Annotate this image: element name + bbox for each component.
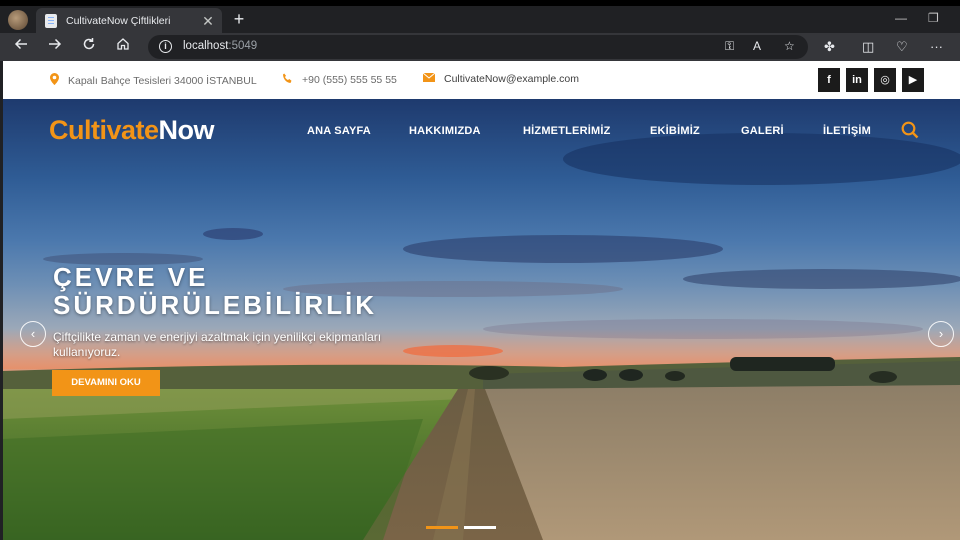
nav-item-about[interactable]: HAKKIMIZDA — [409, 125, 481, 137]
youtube-icon[interactable]: ▶ — [902, 68, 924, 92]
address-bar[interactable]: i localhost:5049 ⚿ A ☆ — [148, 35, 808, 59]
email-text[interactable]: CultivateNow@example.com — [444, 73, 579, 85]
browser-tab[interactable]: CultivateNow Çiftlikleri ✕ — [36, 8, 222, 33]
linkedin-icon[interactable]: in — [846, 68, 868, 92]
nav-item-home[interactable]: ANA SAYFA — [307, 125, 371, 137]
prev-slide-button[interactable]: ‹ — [20, 321, 46, 347]
favorites-heart-icon[interactable]: ♡ — [896, 39, 908, 55]
extensions-icon[interactable]: ✤ — [824, 39, 835, 55]
address-text: Kapalı Bahçe Tesisleri 34000 İSTANBUL — [68, 74, 257, 87]
slide-description: Çiftçilikte zaman ve enerjiyi azaltmak i… — [53, 330, 382, 359]
phone-info: +90 (555) 555 55 55 — [282, 73, 397, 87]
next-slide-button[interactable]: › — [928, 321, 954, 347]
instagram-icon[interactable]: ◎ — [874, 68, 896, 92]
site-info-icon[interactable]: i — [159, 40, 172, 53]
more-menu-icon[interactable]: ··· — [930, 39, 943, 54]
forward-icon[interactable] — [45, 37, 65, 57]
facebook-icon[interactable]: f — [818, 68, 840, 92]
search-icon[interactable] — [901, 121, 919, 139]
slide-indicator-2[interactable] — [464, 526, 496, 529]
minimize-button[interactable]: — — [895, 11, 907, 25]
tab-title: CultivateNow Çiftlikleri — [66, 14, 171, 27]
web-page: Kapalı Bahçe Tesisleri 34000 İSTANBUL +9… — [3, 61, 960, 540]
nav-item-gallery[interactable]: GALERİ — [741, 125, 784, 137]
slide-indicator-1[interactable] — [426, 526, 458, 529]
key-icon[interactable]: ⚿ — [725, 39, 734, 54]
contact-top-bar: Kapalı Bahçe Tesisleri 34000 İSTANBUL +9… — [3, 61, 960, 99]
site-logo[interactable]: CultivateNow — [49, 115, 215, 146]
envelope-icon — [422, 72, 436, 85]
tab-strip: CultivateNow Çiftlikleri ✕ + — ❐ — [0, 0, 960, 33]
email-info: CultivateNow@example.com — [422, 72, 579, 85]
split-screen-icon[interactable]: ◫ — [862, 39, 874, 55]
slide-title: ÇEVRE VE SÜRDÜRÜLEBİLİRLİK — [53, 263, 473, 319]
nav-item-team[interactable]: EKİBİMİZ — [650, 125, 700, 137]
read-aloud-icon[interactable]: A — [753, 39, 761, 53]
hero-slider: CultivateNow ANA SAYFA HAKKIMIZDA HİZMET… — [3, 99, 960, 540]
nav-item-services[interactable]: HİZMETLERİMİZ — [523, 125, 611, 137]
phone-icon — [282, 73, 293, 87]
home-icon[interactable] — [113, 37, 133, 57]
refresh-icon[interactable] — [79, 37, 99, 57]
new-tab-button[interactable]: + — [229, 10, 249, 28]
favorite-star-icon[interactable]: ☆ — [784, 39, 795, 53]
nav-item-contact[interactable]: İLETİŞİM — [823, 125, 871, 137]
page-favicon-icon — [45, 13, 57, 28]
slide-title-line-1: ÇEVRE VE — [53, 262, 209, 292]
back-icon[interactable] — [11, 37, 31, 57]
restore-button[interactable]: ❐ — [928, 11, 939, 25]
address-toolbar: i localhost:5049 ⚿ A ☆ ✤ ◫ ♡ ··· — [0, 33, 960, 61]
address-info: Kapalı Bahçe Tesisleri 34000 İSTANBUL — [50, 73, 257, 88]
phone-text[interactable]: +90 (555) 555 55 55 — [302, 74, 397, 86]
location-pin-icon — [50, 73, 59, 88]
slide-title-line-2: SÜRDÜRÜLEBİLİRLİK — [53, 290, 377, 320]
read-more-button[interactable]: DEVAMINI OKU — [52, 370, 160, 396]
tab-close-icon[interactable]: ✕ — [200, 14, 216, 28]
url-text: localhost:5049 — [183, 40, 258, 52]
profile-avatar[interactable] — [8, 10, 28, 30]
browser-window: CultivateNow Çiftlikleri ✕ + — ❐ i local… — [0, 0, 960, 540]
